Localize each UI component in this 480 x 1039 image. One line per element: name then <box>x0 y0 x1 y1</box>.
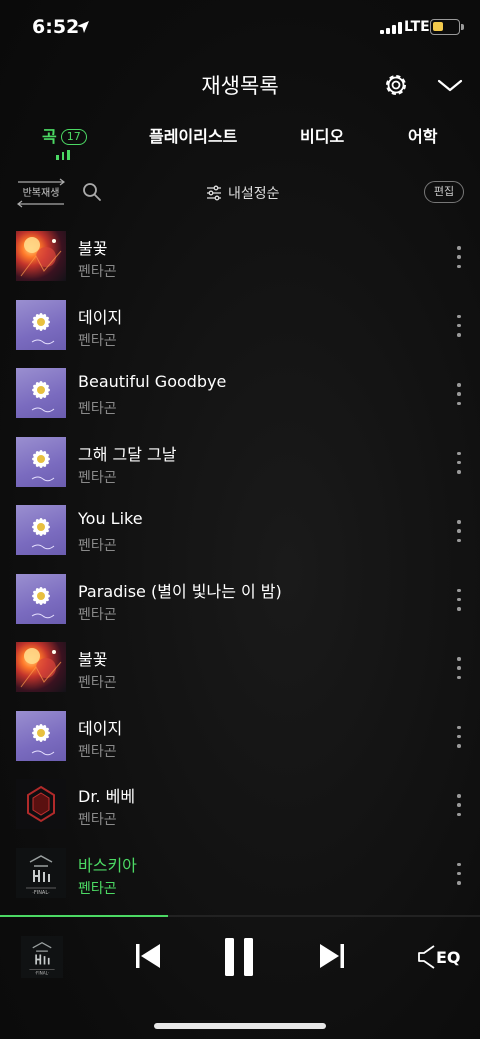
playback-progress-bar[interactable] <box>0 915 480 917</box>
album-art <box>16 505 66 555</box>
more-options-icon[interactable] <box>452 588 466 611</box>
track-title: 바스키아 <box>78 855 137 875</box>
album-cover-final: ·FINAL· <box>21 936 63 978</box>
now-playing-bars-icon <box>56 150 70 160</box>
track-row[interactable]: 불꽃펜타곤 <box>0 222 480 291</box>
album-art <box>16 573 66 624</box>
equalizer-button[interactable]: EQ <box>416 942 461 972</box>
track-artist: 펜타곤 <box>78 743 117 760</box>
battery-level <box>433 22 444 31</box>
track-title: 데이지 <box>78 307 123 327</box>
now-playing-album-art[interactable]: ·FINAL· <box>21 936 63 978</box>
track-artist: 펜타곤 <box>78 880 117 897</box>
track-row[interactable]: 불꽃펜타곤 <box>0 633 480 702</box>
gear-icon[interactable] <box>382 71 410 99</box>
track-title: Paradise (별이 빛나는 이 밤) <box>78 581 282 601</box>
more-options-icon[interactable] <box>452 520 466 542</box>
album-art <box>16 779 66 829</box>
track-artist: 펜타곤 <box>78 264 117 280</box>
more-options-icon[interactable] <box>452 862 466 885</box>
track-artist: 펜타곤 <box>78 538 117 554</box>
more-options-icon[interactable] <box>452 314 466 337</box>
cellular-signal-icon <box>380 22 402 34</box>
battery-cap <box>461 24 464 30</box>
network-type: LTE <box>404 19 430 35</box>
chevron-down-icon[interactable] <box>436 74 464 96</box>
eq-label: EQ <box>436 948 461 967</box>
track-row[interactable]: ·FINAL· 바스키아펜타곤 <box>0 839 480 908</box>
track-list: 불꽃 펜타곤 데이지 펜타곤 Beautiful Goodbye 펜타곤 그해 그달 그날 펜… <box>0 222 480 907</box>
song-count-badge: 17 <box>60 129 87 145</box>
sort-label: 내설정순 <box>228 186 280 202</box>
track-title: You Like <box>78 509 143 528</box>
track-title: Dr. 베베 <box>78 787 136 806</box>
album-art <box>16 436 66 487</box>
mini-player: ·FINAL· EQ <box>0 918 480 998</box>
status-bar: 6:52 LTE <box>0 0 480 56</box>
track-title: 그해 그달 그날 <box>78 444 177 464</box>
home-indicator <box>154 1023 326 1029</box>
track-row[interactable]: You Like 펜타곤 <box>0 496 480 565</box>
location-arrow-icon <box>77 21 89 33</box>
tab-playlists[interactable]: 플레이리스트 <box>149 123 237 147</box>
track-row[interactable]: 데이지펜타곤 <box>0 702 480 771</box>
track-row[interactable]: 그해 그달 그날펜타곤 <box>0 428 480 497</box>
repeat-button[interactable]: 반복재생 <box>16 178 66 208</box>
more-options-icon[interactable] <box>452 725 466 748</box>
album-art <box>16 642 66 692</box>
previous-track-icon[interactable] <box>134 940 162 972</box>
track-title: 불꽃 <box>78 239 108 258</box>
tab-bar: 곡 17 플레이리스트 비디오 어학 <box>0 123 480 163</box>
track-artist: 펜타곤 <box>78 332 117 349</box>
track-artist: 펜타곤 <box>78 401 117 417</box>
speaker-icon <box>418 945 435 969</box>
track-row[interactable]: Beautiful Goodbye 펜타곤 <box>0 359 480 428</box>
more-options-icon[interactable] <box>452 383 466 405</box>
next-track-icon[interactable] <box>318 940 346 972</box>
search-icon[interactable] <box>82 182 102 202</box>
playback-progress-fill <box>0 915 168 917</box>
tab-language[interactable]: 어학 <box>408 123 437 147</box>
sort-button[interactable]: 내설정순 <box>206 182 280 204</box>
track-artist: 펜타곤 <box>78 469 117 486</box>
track-row[interactable]: 데이지펜타곤 <box>0 291 480 360</box>
more-options-icon[interactable] <box>452 794 466 816</box>
repeat-label: 반복재생 <box>22 188 60 199</box>
track-title: Beautiful Goodbye <box>78 372 227 391</box>
track-artist: 펜타곤 <box>78 675 117 691</box>
tab-videos[interactable]: 비디오 <box>300 123 344 147</box>
album-art <box>16 299 66 350</box>
more-options-icon[interactable] <box>452 246 466 268</box>
tab-songs[interactable]: 곡 17 <box>42 123 87 147</box>
track-artist: 펜타곤 <box>78 606 117 623</box>
album-art <box>16 231 66 281</box>
svg-text:·FINAL·: ·FINAL· <box>35 971 50 976</box>
edit-button[interactable]: 편집 <box>424 181 464 203</box>
track-row[interactable]: Dr. 베베펜타곤 <box>0 770 480 839</box>
more-options-icon[interactable] <box>452 657 466 679</box>
pause-icon[interactable] <box>222 936 256 978</box>
track-title: 데이지 <box>78 718 123 738</box>
status-time: 6:52 <box>32 16 80 38</box>
battery-icon <box>430 19 460 35</box>
track-row[interactable]: Paradise (별이 빛나는 이 밤) 펜타곤 <box>0 565 480 634</box>
tab-label: 곡 <box>42 127 57 146</box>
track-title: 불꽃 <box>78 650 108 669</box>
track-artist: 펜타곤 <box>78 812 117 828</box>
sliders-icon <box>207 185 221 201</box>
album-art <box>16 368 66 418</box>
more-options-icon[interactable] <box>452 451 466 474</box>
svg-text:·FINAL·: ·FINAL· <box>32 890 50 896</box>
list-controls: 반복재생 내설정순 편집 <box>0 176 480 210</box>
album-art: ·FINAL· <box>16 847 66 898</box>
album-art <box>16 710 66 761</box>
